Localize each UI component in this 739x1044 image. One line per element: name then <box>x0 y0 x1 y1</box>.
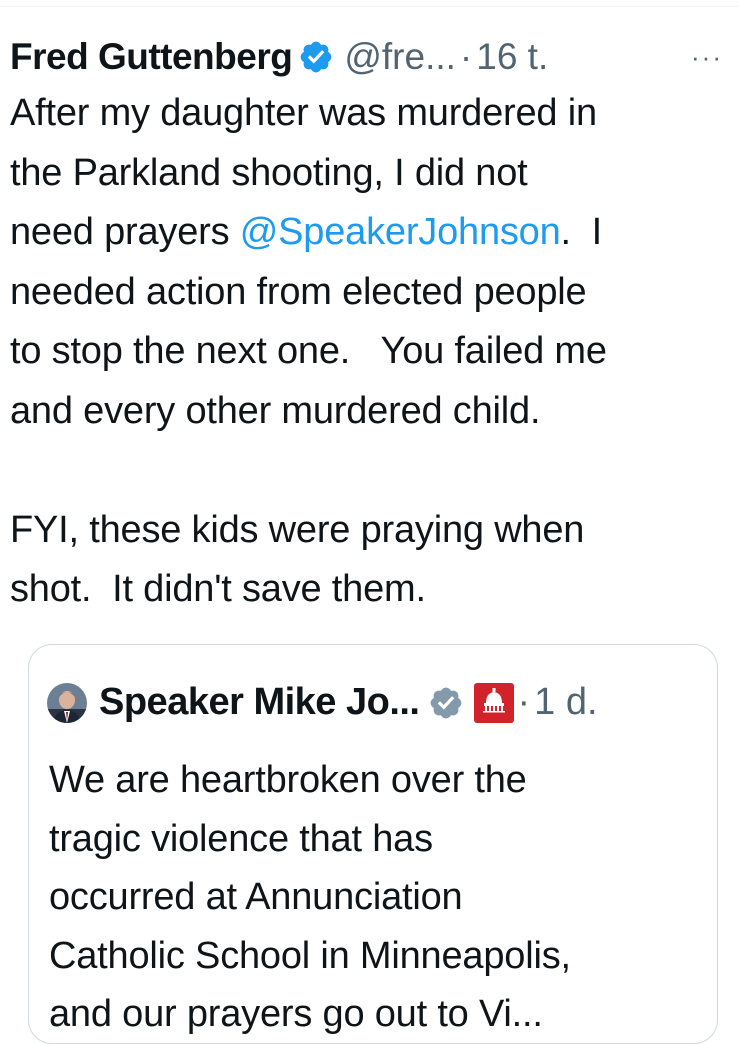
tweet-timestamp[interactable]: 16 t. <box>476 36 548 78</box>
separator-dot: · <box>517 681 531 723</box>
tweet-line: shot. It didn't save them. <box>10 568 426 610</box>
gray-verified-badge-icon[interactable] <box>428 685 464 721</box>
quoted-line: Catholic School in Minneapolis, <box>49 934 571 977</box>
quoted-line: We are heartbroken over the <box>49 759 527 801</box>
quoted-tweet-header: Speaker Mike Jo... · 1 d. <box>47 681 598 724</box>
tweet-header: Fred Guttenberg @fre... · 16 t. ··· <box>10 26 735 88</box>
tweet[interactable]: Fred Guttenberg @fre... · 16 t. ··· Afte… <box>10 26 735 620</box>
tweet-line: need prayers @SpeakerJohnson. I <box>10 203 735 263</box>
quoted-line: and our prayers go out to Vi... <box>49 993 543 1035</box>
author-handle[interactable]: @fre... <box>344 36 456 78</box>
top-divider <box>0 6 739 7</box>
tweet-line: After my daughter was murdered in <box>10 92 597 134</box>
capitol-dome-icon <box>482 687 505 712</box>
tweet-text: After my daughter was murdered in the Pa… <box>10 84 735 620</box>
tweet-line: FYI, these kids were praying when <box>10 508 585 551</box>
quoted-tweet[interactable]: Speaker Mike Jo... · 1 d. We are heartbr… <box>28 644 718 1044</box>
quoted-author-name[interactable]: Speaker Mike Jo... <box>99 681 420 724</box>
house-gop-badge-icon[interactable] <box>473 682 514 723</box>
quoted-line: occurred at Annunciation <box>49 876 463 918</box>
verified-badge-icon[interactable] <box>298 39 334 75</box>
avatar-image <box>47 682 87 723</box>
quoted-line: tragic violence that has <box>49 817 433 860</box>
tweet-line-text: . I <box>560 211 603 253</box>
tweet-line: needed action from elected people <box>10 270 587 313</box>
mention-link[interactable]: @SpeakerJohnson <box>240 211 561 253</box>
separator-dot: · <box>459 36 473 77</box>
tweet-line: to stop the next one. You failed me <box>10 330 607 372</box>
author-name[interactable]: Fred Guttenberg <box>10 36 293 78</box>
tweet-line-text: need prayers <box>10 211 240 253</box>
more-horizontal-icon[interactable]: ··· <box>691 44 723 70</box>
avatar[interactable] <box>47 682 87 723</box>
tweet-line: the Parkland shooting, I did not <box>10 151 528 194</box>
quoted-timestamp[interactable]: 1 d. <box>534 681 597 724</box>
tweet-line: and every other murdered child. <box>10 389 541 432</box>
